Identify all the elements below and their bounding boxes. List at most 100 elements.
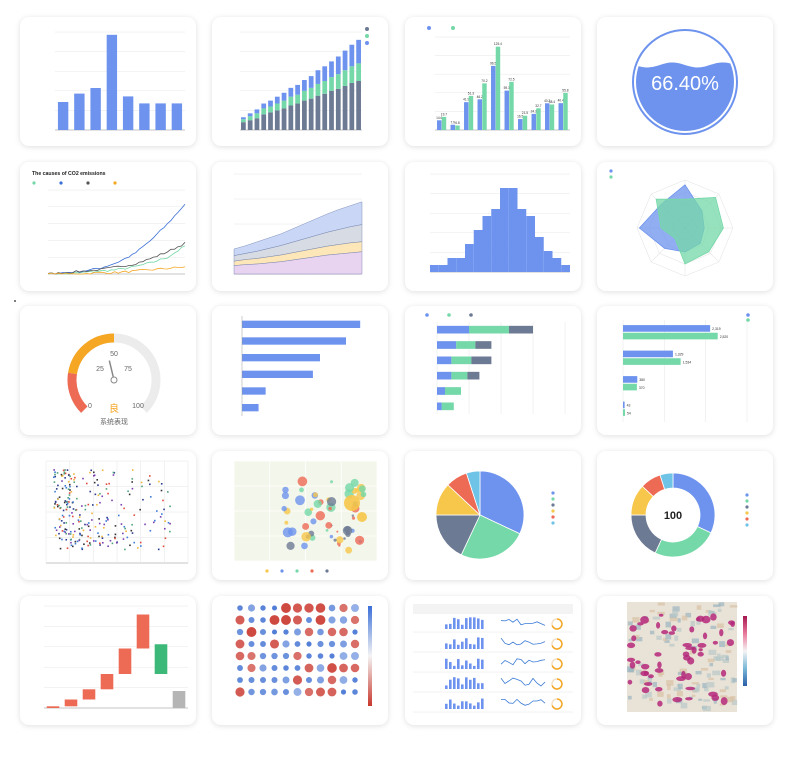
hotspot — [657, 661, 662, 669]
chart-donut[interactable]: 100 — [597, 451, 773, 580]
scatter-point — [107, 533, 110, 536]
spark-bar — [457, 659, 460, 669]
bar-segment — [342, 50, 348, 71]
chart-liquid-gauge[interactable]: 66.40% — [597, 17, 773, 146]
hbar — [623, 383, 637, 391]
heat-dot — [281, 603, 291, 613]
scatter-point — [69, 485, 71, 488]
scatter-point — [63, 530, 66, 533]
scatter-point — [112, 471, 115, 474]
chart-bar-stacked[interactable] — [212, 17, 388, 146]
scatter-point — [68, 483, 71, 486]
histogram-bar — [473, 230, 483, 272]
hotspot — [695, 617, 701, 622]
histogram-bar — [491, 209, 500, 272]
histogram-bar — [517, 209, 527, 272]
chart-scatter-dense[interactable] — [20, 451, 196, 580]
scatter-point — [102, 541, 104, 544]
spark-bar — [449, 644, 452, 649]
bar-segment — [281, 108, 287, 130]
chart-bar-simple[interactable] — [20, 17, 196, 146]
chart-dial-gauge[interactable]: 0 25 50 75 100 良系统表现 — [20, 306, 196, 435]
chart-geo-heatmap[interactable] — [597, 596, 773, 725]
chart-bar-grouped[interactable]: 14.6 19.7 7.9 6.8 41.9 51.3 46.2 70.2 96.5 125.4 5… — [405, 17, 581, 146]
scatter-point — [73, 473, 75, 475]
chart-pie[interactable] — [405, 451, 581, 580]
terrain-patch — [719, 641, 726, 648]
scatter-point — [60, 524, 62, 527]
chart-histogram[interactable] — [405, 162, 581, 291]
histogram-bar — [535, 237, 544, 272]
spark-bar — [457, 644, 460, 649]
heat-dot — [294, 628, 301, 636]
scatter-point — [79, 514, 81, 516]
scatter-point — [105, 483, 108, 486]
chart-table-sparklines[interactable] — [405, 596, 581, 725]
scatter-point — [71, 515, 74, 518]
scatter-point — [73, 481, 76, 484]
hotspot — [626, 657, 636, 663]
hotspot — [697, 651, 704, 657]
bar-segment — [322, 81, 328, 94]
scatter-point — [56, 472, 59, 474]
scatter-point — [87, 522, 90, 524]
legend-swatch — [551, 491, 555, 495]
dial-tick-label: 25 — [96, 366, 104, 373]
scatter-point — [148, 475, 151, 477]
bar — [518, 119, 523, 130]
bar-segment — [315, 83, 321, 96]
bar-segment — [268, 106, 273, 113]
legend-swatch — [609, 175, 613, 179]
hotspot — [657, 700, 663, 707]
scatter-point — [131, 478, 134, 480]
hotspot — [627, 642, 636, 649]
chart-bubble[interactable] — [212, 451, 388, 580]
scatter-point — [105, 488, 108, 490]
bar — [464, 102, 469, 130]
chart-hbar[interactable] — [212, 306, 388, 435]
heat-dot — [306, 653, 312, 659]
chart-radar[interactable] — [597, 162, 773, 291]
bubble — [351, 514, 355, 517]
scatter-point — [70, 490, 73, 493]
scatter-point — [70, 477, 73, 480]
scatter-point — [120, 523, 123, 525]
scatter-point — [93, 474, 96, 477]
scatter-point — [89, 471, 91, 474]
scatter-point — [54, 473, 56, 476]
scatter-point — [69, 489, 71, 491]
scatter-point — [167, 491, 169, 493]
heat-dot — [315, 603, 326, 613]
scatter-point — [162, 499, 164, 502]
scatter-point — [122, 532, 124, 535]
legend-swatch — [365, 34, 369, 38]
heat-dot — [294, 641, 301, 647]
scatter-point — [61, 487, 64, 490]
bar-segment — [302, 80, 307, 91]
chart-waterfall[interactable] — [20, 596, 196, 725]
chart-hbar-stacked[interactable] — [405, 306, 581, 435]
hbar-segment — [437, 325, 469, 334]
bar-segment — [295, 84, 300, 95]
scatter-point — [86, 540, 88, 543]
bar — [536, 108, 541, 130]
spark-bar — [473, 677, 476, 689]
heat-dot — [293, 688, 302, 696]
heat-dot — [260, 641, 266, 647]
chart-area-stacked[interactable] — [212, 162, 388, 291]
chart-bar-grouped-svg: 14.619.77.9 6.841.951.346.270.296.5125.45… — [427, 26, 570, 131]
chart-hbar-grouped[interactable]: 2,319 2,520 1,329 1,534 380 370 43 54 — [597, 306, 773, 435]
hbar — [242, 404, 259, 412]
scatter-point — [137, 547, 139, 549]
chart-dot-heatmap[interactable] — [212, 596, 388, 725]
spark-bar — [453, 665, 456, 669]
terrain-patch — [698, 698, 703, 701]
chart-line-co2[interactable]: The causes of CO2 emissions — [20, 162, 196, 291]
scatter-point — [160, 483, 163, 485]
scatter-point — [60, 473, 63, 476]
heat-dot — [269, 615, 280, 625]
scatter-point — [89, 537, 92, 539]
scatter-point — [169, 505, 171, 508]
terrain-patch — [642, 694, 647, 699]
heat-dot — [283, 665, 289, 671]
